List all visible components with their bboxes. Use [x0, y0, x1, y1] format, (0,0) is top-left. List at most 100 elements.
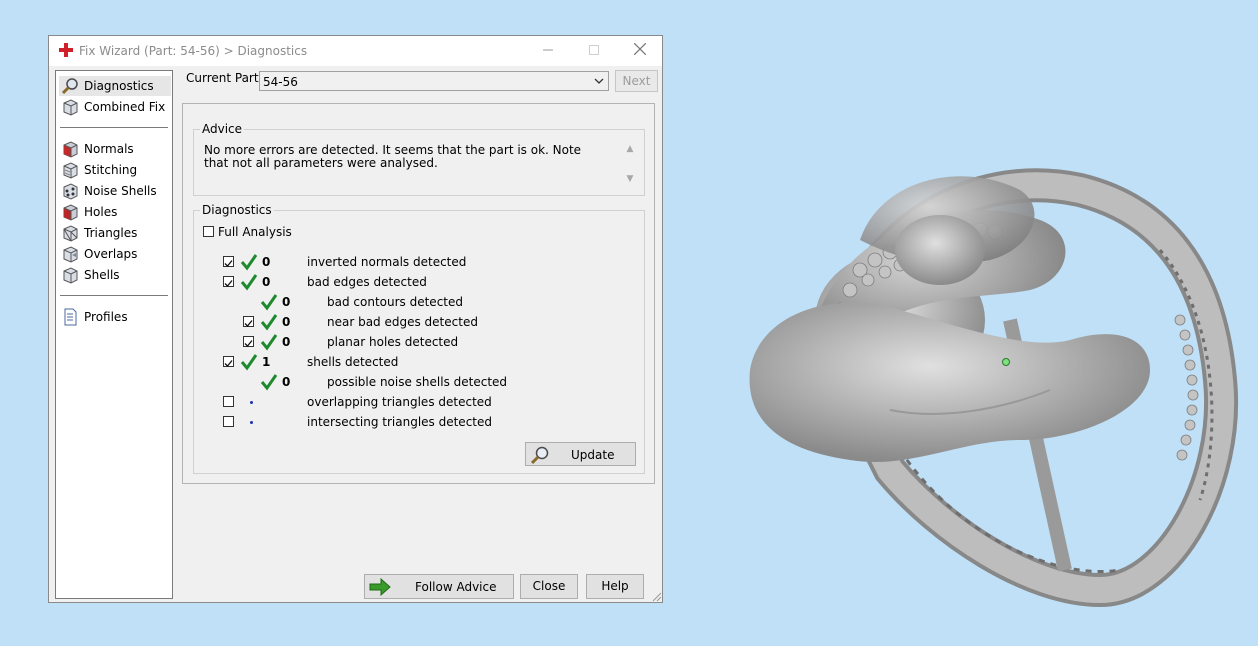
sidebar-item-label: Normals — [84, 142, 134, 156]
current-part-select[interactable]: 54-56 — [259, 71, 609, 91]
close-button[interactable]: Close — [520, 574, 578, 599]
current-part-value: 54-56 — [263, 75, 298, 89]
sidebar-divider — [60, 127, 168, 128]
follow-advice-label: Follow Advice — [415, 580, 497, 594]
sidebar-divider — [60, 295, 168, 296]
cube-dots-icon — [63, 183, 78, 200]
sidebar-item-label: Holes — [84, 205, 118, 219]
row-checkbox-shells[interactable] — [223, 356, 234, 367]
sidebar-item-normals[interactable]: Normals — [59, 139, 171, 159]
row-checkbox-bad-edges[interactable] — [223, 276, 234, 287]
diagnostics-group: Diagnostics Full Analysis 0 inverted nor… — [193, 203, 645, 474]
check-icon — [240, 274, 258, 291]
count-shells: 1 — [262, 355, 271, 369]
count-inverted-normals: 0 — [262, 255, 271, 269]
count-planar-holes: 0 — [282, 335, 291, 349]
label-noise-shells: possible noise shells detected — [327, 375, 508, 389]
sidebar-item-overlaps[interactable]: Overlaps — [59, 244, 171, 264]
sidebar-item-profiles[interactable]: Profiles — [59, 307, 171, 327]
check-icon — [260, 314, 278, 331]
resize-grip-icon[interactable] — [650, 590, 662, 602]
pending-dot — [250, 421, 253, 424]
cube-triangles-icon — [63, 225, 78, 242]
minimize-button[interactable] — [525, 36, 571, 66]
current-part-label: Current Part: — [186, 71, 263, 85]
chevron-down-icon — [594, 78, 604, 84]
sidebar-item-noise-shells[interactable]: Noise Shells — [59, 181, 171, 201]
pending-dot — [250, 401, 253, 404]
check-icon — [240, 254, 258, 271]
count-noise-shells: 0 — [282, 375, 291, 389]
diagnostics-panel: Advice No more errors are detected. It s… — [182, 103, 655, 484]
follow-advice-button[interactable]: Follow Advice — [364, 574, 514, 599]
row-checkbox-planar-holes[interactable] — [243, 336, 254, 347]
cube-stitch-icon — [63, 162, 78, 179]
row-checkbox-inverted-normals[interactable] — [223, 256, 234, 267]
count-bad-contours: 0 — [282, 295, 291, 309]
label-planar-holes: planar holes detected — [327, 335, 459, 349]
title-bar: Fix Wizard (Part: 54-56) > Diagnostics — [49, 36, 662, 66]
cube-icon — [63, 99, 78, 116]
sidebar-item-holes[interactable]: Holes — [59, 202, 171, 222]
scroll-up-arrow[interactable]: ▲ — [624, 144, 636, 156]
full-analysis-label: Full Analysis — [218, 225, 292, 239]
sidebar-item-label: Overlaps — [84, 247, 138, 261]
label-bad-edges: bad edges detected — [307, 275, 427, 289]
sidebar-item-triangles[interactable]: Triangles — [59, 223, 171, 243]
check-icon — [260, 334, 278, 351]
count-near-bad-edges: 0 — [282, 315, 291, 329]
advice-text: No more errors are detected. It seems th… — [204, 143, 582, 170]
check-icon — [260, 294, 278, 311]
window-title: Fix Wizard (Part: 54-56) > Diagnostics — [79, 44, 308, 58]
row-checkbox-overlapping-triangles[interactable] — [223, 396, 234, 407]
red-cross-icon — [59, 43, 73, 57]
sidebar-item-shells[interactable]: Shells — [59, 265, 171, 285]
3d-ring-model — [749, 168, 1239, 608]
advice-group: Advice No more errors are detected. It s… — [193, 122, 645, 196]
sidebar: Diagnostics Combined Fix Normals Stitchi… — [55, 70, 173, 599]
label-shells: shells detected — [307, 355, 399, 369]
sidebar-item-label: Shells — [84, 268, 120, 282]
label-intersecting-triangles: intersecting triangles detected — [307, 415, 492, 429]
cube-overlap-icon — [63, 246, 78, 263]
fix-wizard-window: Fix Wizard (Part: 54-56) > Diagnostics D… — [48, 35, 663, 603]
count-bad-edges: 0 — [262, 275, 271, 289]
update-button[interactable]: Update — [525, 442, 636, 466]
label-bad-contours: bad contours detected — [327, 295, 463, 309]
sidebar-item-label: Diagnostics — [84, 79, 154, 93]
full-analysis-checkbox[interactable] — [203, 226, 214, 237]
update-label: Update — [571, 448, 615, 462]
next-button[interactable]: Next — [615, 70, 658, 92]
label-overlapping-triangles: overlapping triangles detected — [307, 395, 492, 409]
sidebar-item-diagnostics[interactable]: Diagnostics — [59, 76, 171, 96]
sidebar-item-label: Combined Fix — [84, 100, 166, 114]
magnifier-icon — [530, 446, 549, 465]
label-inverted-normals: inverted normals detected — [307, 255, 467, 269]
close-window-button[interactable] — [617, 36, 663, 66]
maximize-icon — [589, 45, 599, 55]
cube-red-icon — [63, 141, 78, 158]
diagnostics-title: Diagnostics — [200, 203, 274, 217]
arrow-right-icon — [369, 578, 391, 596]
sidebar-item-label: Stitching — [84, 163, 138, 177]
advice-title: Advice — [200, 122, 245, 136]
sidebar-item-label: Profiles — [84, 310, 128, 324]
help-button[interactable]: Help — [586, 574, 644, 599]
close-icon — [633, 42, 647, 56]
sidebar-item-label: Triangles — [84, 226, 138, 240]
row-checkbox-intersecting-triangles[interactable] — [223, 416, 234, 427]
sidebar-item-label: Noise Shells — [84, 184, 157, 198]
row-checkbox-near-bad-edges[interactable] — [243, 316, 254, 327]
cube-hole-icon — [63, 204, 78, 221]
scroll-down-arrow[interactable]: ▼ — [624, 174, 636, 186]
sidebar-item-stitching[interactable]: Stitching — [59, 160, 171, 180]
document-icon — [64, 308, 77, 326]
label-near-bad-edges: near bad edges detected — [327, 315, 478, 329]
cube-shells-icon — [63, 267, 78, 284]
check-icon — [240, 354, 258, 371]
maximize-button[interactable] — [571, 36, 617, 66]
minimize-icon — [543, 49, 553, 51]
magnifier-icon — [61, 78, 78, 95]
sidebar-item-combined-fix[interactable]: Combined Fix — [59, 97, 171, 117]
check-icon — [260, 374, 278, 391]
